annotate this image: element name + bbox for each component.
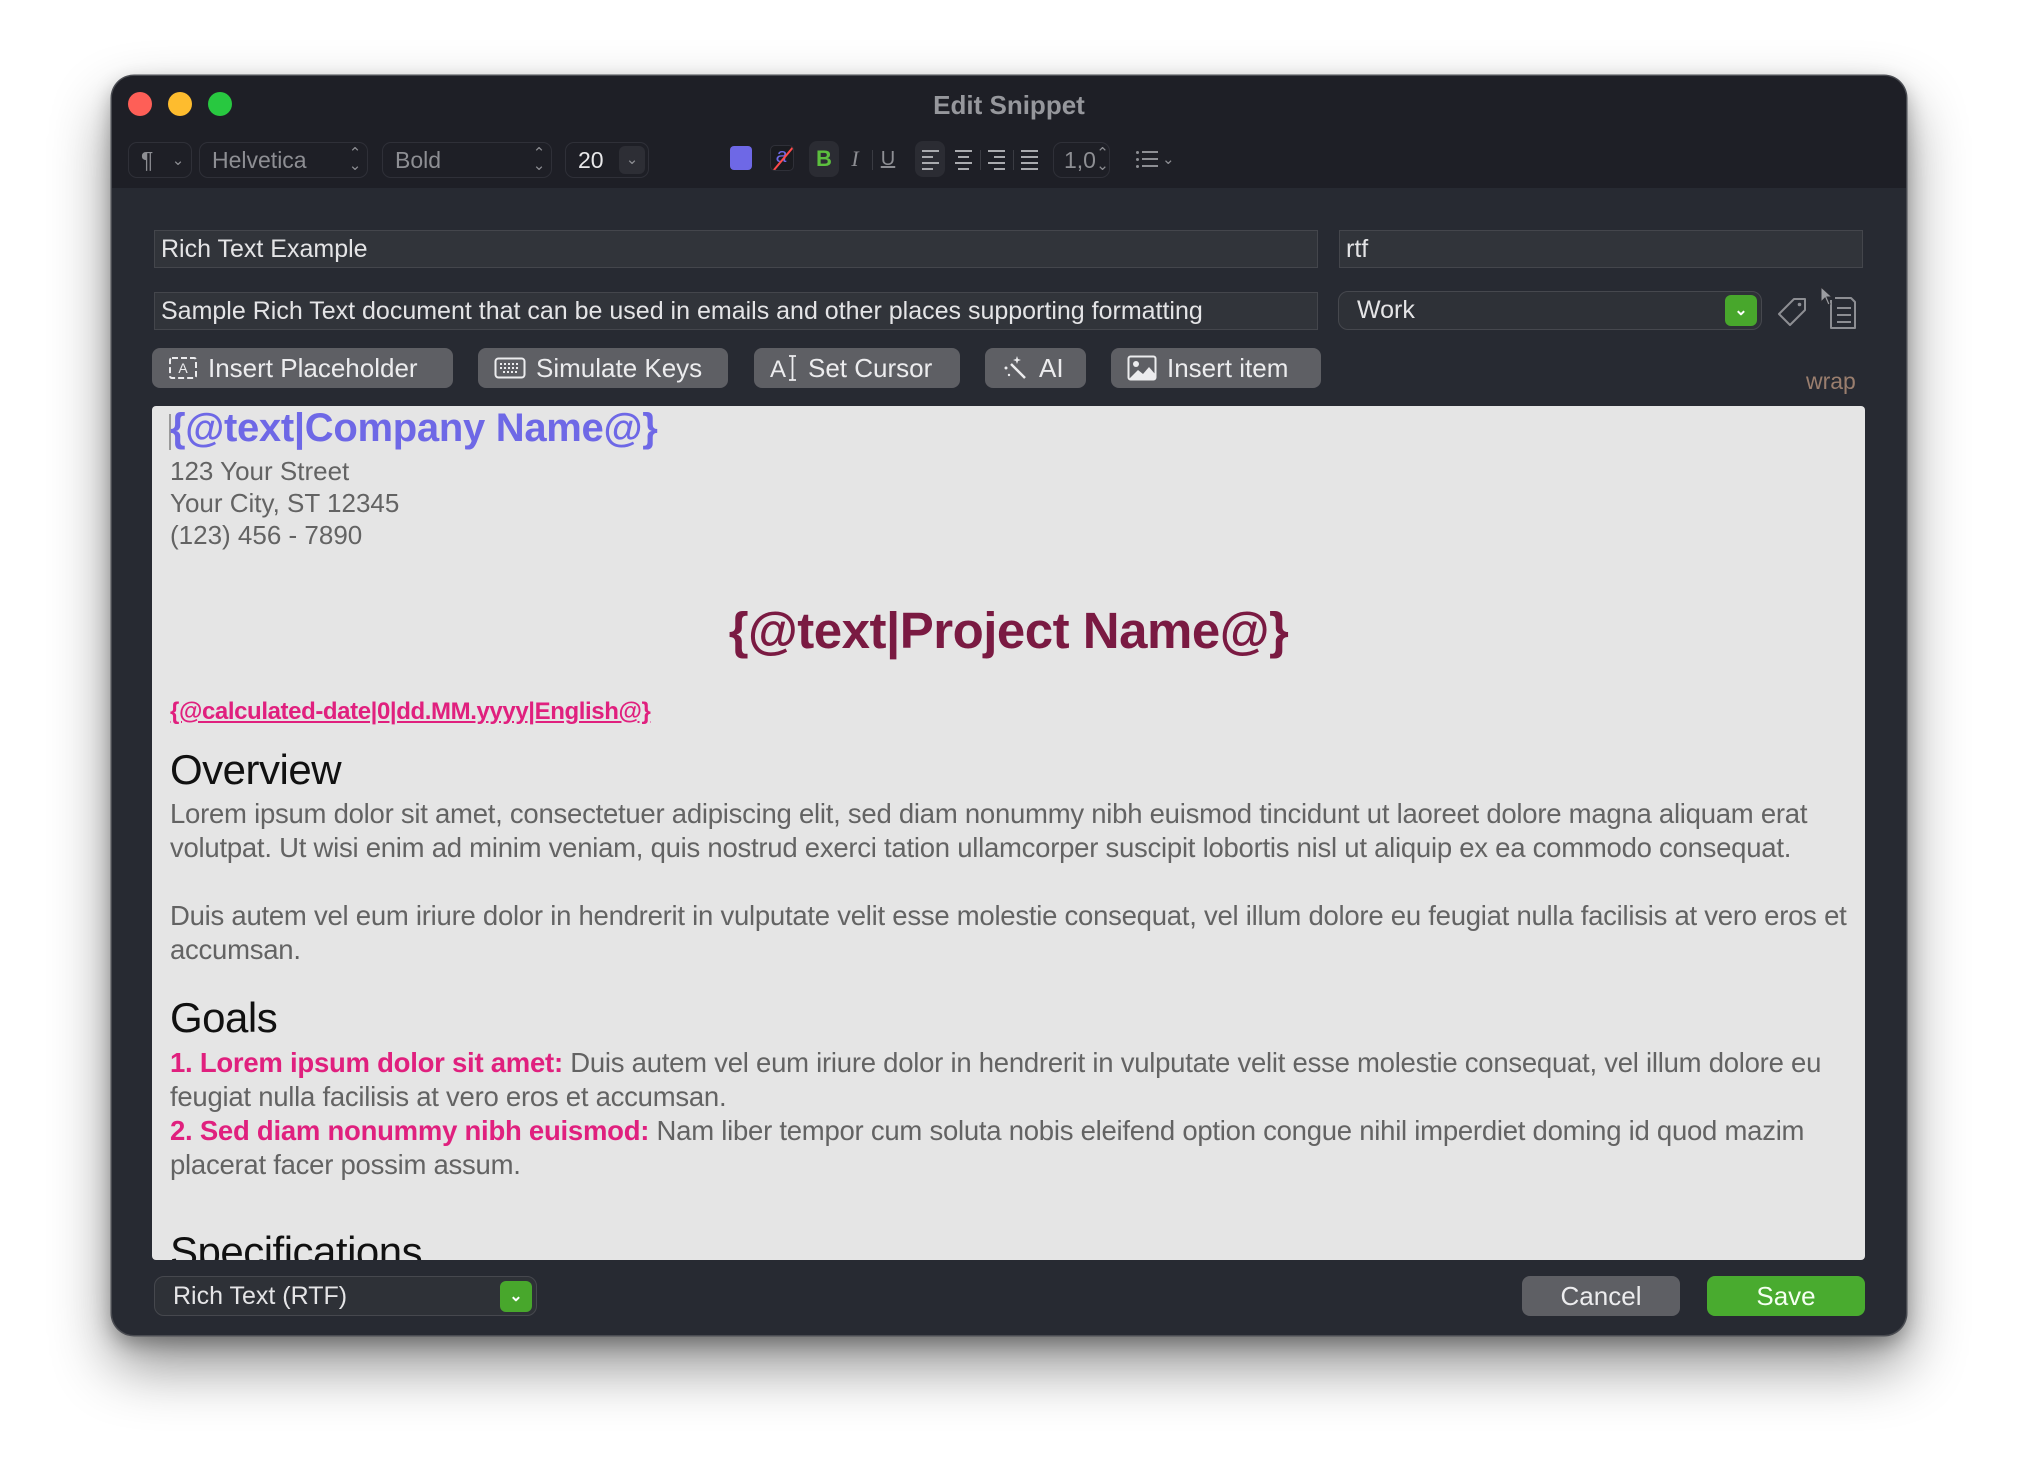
set-cursor-button[interactable]: A Set Cursor: [754, 348, 960, 388]
paragraph-style-dropdown[interactable]: ¶ ⌄: [128, 142, 192, 178]
align-left-button[interactable]: [915, 141, 945, 177]
bold-button[interactable]: B: [809, 141, 839, 177]
snippet-title-input[interactable]: Rich Text Example: [154, 230, 1318, 268]
font-family-value: Helvetica: [212, 146, 307, 173]
background-color-button[interactable]: a: [770, 145, 794, 171]
insert-item-button[interactable]: Insert item: [1111, 348, 1321, 388]
overview-paragraph-2: Duis autem vel eum iriure dolor in hendr…: [170, 900, 1847, 965]
justify-button[interactable]: [1014, 141, 1044, 177]
font-weight-select[interactable]: Bold ⌃ ⌄: [382, 142, 552, 178]
font-family-select[interactable]: Helvetica ⌃ ⌄: [199, 142, 368, 178]
line-spacing-stepper[interactable]: 1,0 ⌃ ⌄: [1053, 142, 1110, 178]
insert-placeholder-button[interactable]: A Insert Placeholder: [152, 348, 453, 388]
image-icon: [1127, 355, 1157, 381]
snippet-type-popup[interactable]: Rich Text (RTF) ⌄: [154, 1276, 537, 1316]
overview-heading: Overview: [170, 746, 342, 793]
edit-snippet-window: Edit Snippet ¶ ⌄ Helvetica ⌃ ⌄ Bold ⌃ ⌄ 20…: [112, 76, 1906, 1335]
paragraph-icon: ¶: [141, 146, 154, 173]
description-input[interactable]: Sample Rich Text document that can be us…: [154, 292, 1318, 330]
text-color-swatch[interactable]: [730, 146, 752, 170]
insert-placeholder-label: Insert Placeholder: [208, 352, 418, 383]
project-name-placeholder: {@text|Project Name@}: [728, 602, 1289, 659]
wrap-toggle[interactable]: wrap: [1806, 368, 1856, 395]
align-right-button[interactable]: [981, 141, 1011, 177]
rich-text-editor[interactable]: {@text|Company Name@} 123 Your Street Yo…: [152, 406, 1865, 1260]
set-cursor-label: Set Cursor: [808, 352, 933, 383]
chevron-down-icon[interactable]: ⌄: [1162, 150, 1175, 168]
overview-paragraph-1: Lorem ipsum dolor sit amet, consectetuer…: [170, 798, 1808, 863]
window-title: Edit Snippet: [933, 90, 1085, 120]
snippet-type-value: Rich Text (RTF): [173, 1281, 348, 1310]
font-weight-value: Bold: [395, 146, 442, 173]
keyboard-icon: [494, 357, 526, 379]
goals-heading: Goals: [170, 994, 278, 1041]
italic-button[interactable]: I: [840, 141, 870, 177]
address-phone: (123) 456 - 7890: [170, 520, 363, 550]
save-button[interactable]: Save: [1707, 1276, 1865, 1316]
mouse-pointer-icon: [1820, 285, 1834, 311]
svg-text:A: A: [178, 360, 188, 376]
font-size-value[interactable]: 20: [566, 147, 619, 174]
font-size-combo[interactable]: 20 ⌄: [565, 142, 649, 178]
chevron-down-icon: ⌄: [1725, 295, 1757, 326]
chevron-down-icon[interactable]: ⌄: [619, 146, 645, 174]
align-center-button[interactable]: [948, 141, 978, 177]
address-street: 123 Your Street: [170, 456, 350, 486]
abbreviation-input[interactable]: rtf: [1339, 230, 1863, 268]
goal-item: 2. Sed diam nonummy nibh euismod: Nam li…: [170, 1114, 1850, 1182]
ai-label: AI: [1039, 352, 1064, 383]
line-spacing-value: 1,0: [1064, 146, 1096, 173]
ai-button[interactable]: AI: [985, 348, 1086, 388]
description-value: Sample Rich Text document that can be us…: [161, 296, 1203, 325]
placeholder-icon: A: [168, 356, 198, 380]
cancel-button[interactable]: Cancel: [1522, 1276, 1680, 1316]
simulate-keys-label: Simulate Keys: [536, 352, 703, 383]
insert-item-label: Insert item: [1167, 352, 1289, 383]
chevron-down-icon: ⌄: [171, 152, 185, 169]
chevron-down-icon: ⌄: [500, 1280, 532, 1312]
company-name-placeholder: {@text|Company Name@}: [170, 406, 658, 450]
specifications-heading: Specifications: [170, 1228, 423, 1260]
text-cursor-icon: A: [770, 353, 798, 383]
address-city: Your City, ST 12345: [170, 488, 400, 518]
svg-text:A: A: [770, 356, 786, 383]
calculated-date-placeholder[interactable]: {@calculated-date|0|dd.MM.yyyy|English@}: [170, 698, 651, 726]
simulate-keys-button[interactable]: Simulate Keys: [478, 348, 728, 388]
up-down-arrows-icon: ⌃ ⌄: [348, 145, 362, 174]
folder-value: Work: [1357, 296, 1415, 324]
goal-item: 1. Lorem ipsum dolor sit amet: Duis aute…: [170, 1046, 1850, 1114]
magic-wand-icon: [1001, 354, 1029, 382]
up-down-arrows-icon[interactable]: ⌃ ⌄: [1096, 146, 1109, 173]
title-bar: Edit Snippet ¶ ⌄ Helvetica ⌃ ⌄ Bold ⌃ ⌄ 20…: [112, 76, 1906, 188]
folder-popup[interactable]: Work ⌄: [1338, 291, 1762, 330]
up-down-arrows-icon: ⌃ ⌄: [532, 145, 546, 174]
goal-title: 1. Lorem ipsum dolor sit amet:: [170, 1047, 563, 1078]
underline-button[interactable]: U: [873, 141, 903, 177]
snippet-title-value: Rich Text Example: [161, 234, 368, 263]
abbreviation-value: rtf: [1346, 234, 1369, 263]
goal-title: 2. Sed diam nonummy nibh euismod:: [170, 1115, 650, 1146]
tag-icon[interactable]: [1776, 296, 1808, 328]
list-style-button[interactable]: [1134, 146, 1160, 172]
